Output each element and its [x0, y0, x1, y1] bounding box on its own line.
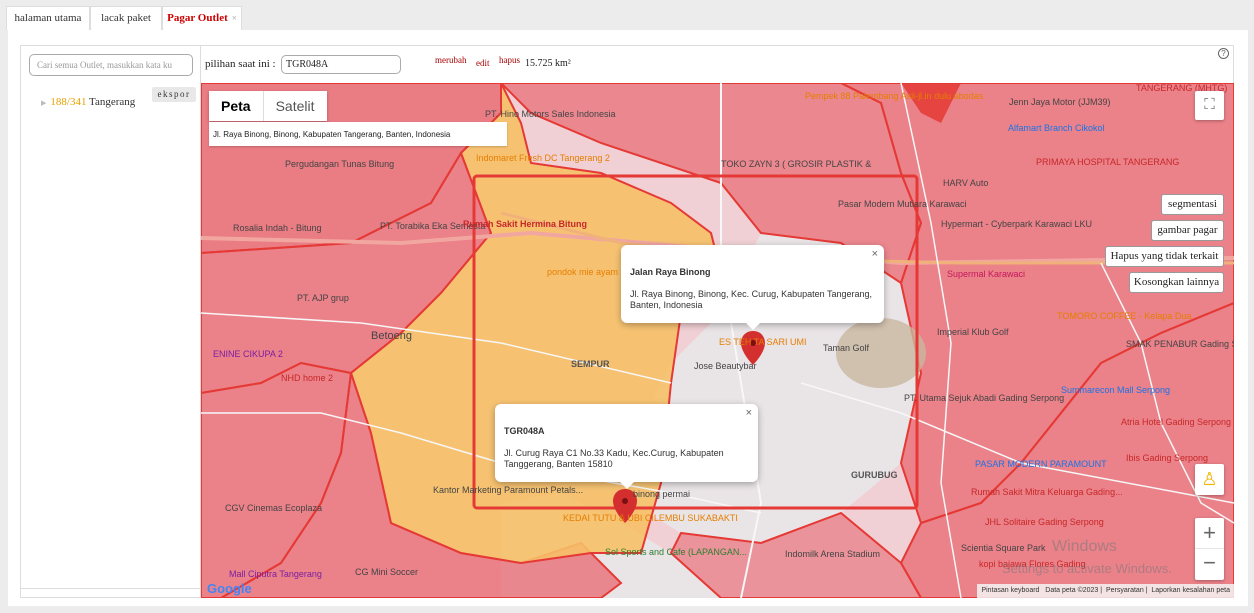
map-footer: Pintasan keyboard Data peta ©2023 | Pers…: [977, 584, 1234, 598]
poi-label: PASAR MODERN PARAMOUNT: [975, 459, 1107, 469]
poi-label: Sol Sports and Cafe (LAPANGAN...: [605, 547, 747, 557]
windows-activation-watermark-sub: Settings to activate Windows.: [1002, 561, 1172, 576]
poi-label: PRIMAYA HOSPITAL TANGERANG: [1036, 157, 1179, 167]
poi-label: Indomilk Arena Stadium: [785, 549, 880, 559]
windows-activation-watermark: Windows: [1052, 538, 1117, 555]
close-icon[interactable]: ×: [746, 407, 752, 419]
kosongkan-lainnya-button[interactable]: Kosongkan lainnya: [1129, 272, 1224, 293]
poi-label: Jose Beautybar: [694, 361, 757, 371]
info-window-tgr048a: TGR048A Jl. Curug Raya C1 No.33 Kadu, Ke…: [495, 404, 758, 489]
current-selection-input[interactable]: TGR048A: [281, 55, 401, 74]
caret-right-icon[interactable]: ▶: [41, 99, 46, 107]
info-window-title: Jalan Raya Binong: [630, 267, 711, 277]
poi-label: GURUBUG: [851, 470, 898, 480]
help-icon[interactable]: ?: [1218, 48, 1229, 59]
fence-area-value: 15.725 km²: [525, 58, 571, 69]
tab-pagar-outlet[interactable]: Pagar Outlet ×: [162, 6, 242, 30]
poi-label: Pasar Modern Mutiara Karawaci: [838, 199, 967, 209]
poi-label: SEMPUR: [571, 359, 610, 369]
poi-label: Hypermart - Cyberpark Karawaci LKU: [941, 219, 1092, 229]
poi-label: PT. AJP grup: [297, 293, 349, 303]
poi-label: Supermal Karawaci: [947, 269, 1025, 279]
poi-label: Betoeng: [371, 330, 412, 342]
address-bar: Jl. Raya Binong, Binong, Kabupaten Tange…: [209, 122, 507, 146]
close-icon[interactable]: ×: [872, 248, 878, 260]
poi-label: binong permai: [633, 489, 690, 499]
current-selection-label: pilihan saat ini :: [205, 58, 276, 70]
poi-label: TOKO ZAYN 3 ( GROSIR PLASTIK &: [721, 159, 871, 169]
poi-label: CGV Cinemas Ecoplaza: [225, 503, 322, 513]
poi-label: Jenn Jaya Motor (JJM39): [1009, 97, 1111, 107]
change-link[interactable]: merubah: [435, 55, 467, 65]
poi-label: HARV Auto: [943, 178, 988, 188]
footer-terms[interactable]: Persyaratan: [1106, 587, 1144, 594]
delete-link[interactable]: hapus: [499, 55, 520, 65]
info-window-address: Jl. Raya Binong, Binong, Kec. Curug, Kab…: [630, 289, 872, 310]
tree-item-label: Tangerang: [89, 96, 136, 108]
hapus-tidak-terkait-button[interactable]: Hapus yang tidak terkait: [1105, 246, 1224, 267]
street-view-pegman-icon[interactable]: ♙: [1195, 464, 1224, 495]
poi-label: Kantor Marketing Paramount Petals...: [433, 485, 583, 495]
map-type-control: Peta Satelit: [209, 91, 327, 121]
poi-label: Ibis Gading Serpong: [1126, 453, 1208, 463]
sidebar-scrollbar[interactable]: [21, 588, 200, 589]
poi-label: CG Mini Soccer: [355, 567, 418, 577]
poi-label: Rumah Sakit Hermina Bitung: [463, 219, 587, 229]
zoom-in-button[interactable]: +: [1195, 518, 1224, 549]
poi-label: ENINE CIKUPA 2: [213, 349, 283, 359]
poi-label: Rosalia Indah - Bitung: [233, 223, 322, 233]
poi-label: Pergudangan Tunas Bitung: [285, 159, 394, 169]
map-type-peta[interactable]: Peta: [209, 91, 263, 121]
tab-close-icon[interactable]: ×: [232, 13, 237, 23]
tab-bar: halaman utama lacak paket Pagar Outlet ×: [0, 0, 1254, 30]
tree-item-tangerang[interactable]: ▶ 188/341 Tangerang: [41, 96, 135, 108]
tab-lacak-paket[interactable]: lacak paket: [90, 6, 162, 30]
map-canvas[interactable]: Jenn Jaya Motor (JJM39) Alfamart Branch …: [201, 83, 1234, 598]
info-window-binong: Jalan Raya Binong Jl. Raya Binong, Binon…: [621, 245, 884, 330]
outlet-sidebar: Cari semua Outlet, masukkan kata ku eksp…: [20, 45, 201, 598]
tab-pagar-outlet-label: Pagar Outlet: [167, 12, 228, 24]
fence-toolbar: pilihan saat ini : TGR048A merubah edit …: [201, 45, 1234, 83]
poi-label: TOMORO COFFEE - Kelapa Dua: [1057, 311, 1191, 321]
poi-label: NHD home 2: [281, 373, 333, 383]
footer-report-error[interactable]: Laporkan kesalahan peta: [1151, 587, 1230, 594]
segmentasi-button[interactable]: segmentasi: [1161, 194, 1224, 215]
fullscreen-icon[interactable]: ⛶: [1195, 91, 1224, 120]
zoom-out-button[interactable]: −: [1195, 549, 1224, 579]
tree-item-count: 188/341: [50, 96, 87, 108]
poi-label: Rumah Sakit Mitra Keluarga Gading...: [971, 487, 1123, 497]
tab-halaman-utama[interactable]: halaman utama: [6, 6, 90, 30]
map-type-satelit[interactable]: Satelit: [262, 91, 327, 121]
poi-label: PT. Utama Sejuk Abadi Gading Serpong: [904, 393, 1064, 403]
poi-label: Scientia Square Park: [961, 543, 1046, 553]
edit-link[interactable]: edit: [476, 58, 490, 68]
poi-label: PT. Hino Motors Sales Indonesia: [485, 109, 616, 119]
outlet-search-input[interactable]: Cari semua Outlet, masukkan kata ku: [29, 54, 193, 76]
footer-map-data: Data peta ©2023: [1045, 587, 1099, 594]
zoom-control: + −: [1195, 518, 1224, 580]
poi-label: Imperial Klub Golf: [937, 327, 1009, 337]
golf-course-area: [836, 318, 926, 388]
gambar-pagar-button[interactable]: gambar pagar: [1151, 220, 1224, 241]
google-logo: Google: [207, 581, 252, 596]
poi-label: SMAK PENABUR Gading Serpong: [1126, 339, 1234, 349]
poi-label: ES TEH TA SARI UMI: [719, 337, 807, 347]
poi-label: Mall Ciputra Tangerang: [229, 569, 322, 579]
footer-keyboard-shortcuts[interactable]: Pintasan keyboard: [981, 587, 1039, 594]
poi-label: Indomaret Fresh DC Tangerang 2: [476, 153, 610, 163]
poi-label: Summarecon Mall Serpong: [1061, 385, 1170, 395]
export-button[interactable]: ekspor: [152, 87, 196, 102]
poi-label: Taman Golf: [823, 343, 870, 353]
info-window-address: Jl. Curug Raya C1 No.33 Kadu, Kec.Curug,…: [504, 448, 724, 469]
poi-label: Pempek 88 Palembang Asli-jl.in dulu abod…: [805, 91, 984, 101]
poi-label: JHL Solitaire Gading Serpong: [985, 517, 1104, 527]
poi-label: Atria Hotel Gading Serpong: [1121, 417, 1231, 427]
poi-label: KEDAI TUTU & UBI CILEMBU SUKABAKTI: [563, 513, 738, 523]
info-window-title: TGR048A: [504, 426, 545, 436]
poi-label: Alfamart Branch Cikokol: [1008, 123, 1105, 133]
map-graphics: Jenn Jaya Motor (JJM39) Alfamart Branch …: [201, 83, 1234, 598]
